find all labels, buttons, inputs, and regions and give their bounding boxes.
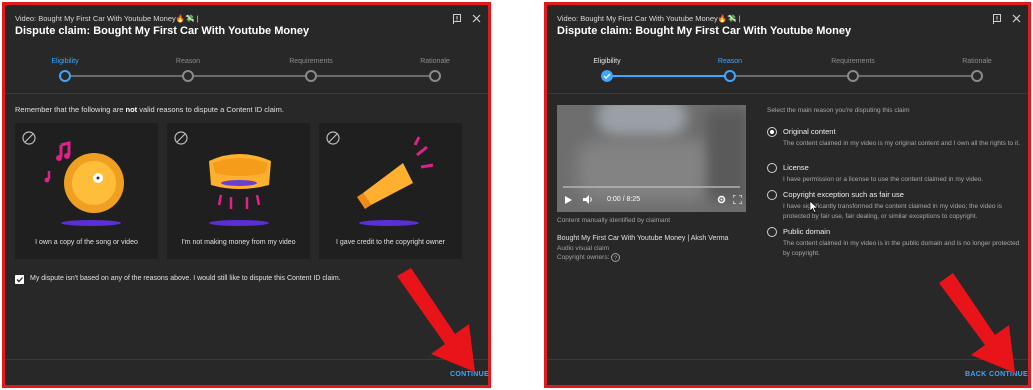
- card-caption: I gave credit to the copyright owner: [336, 239, 445, 246]
- step-dot-rationale: [429, 70, 441, 82]
- copyright-owners-label: Copyright owners:: [557, 254, 610, 261]
- stepper-track: [65, 75, 435, 77]
- dispute-anyway-label[interactable]: My dispute isn't based on any of the rea…: [30, 275, 341, 282]
- claim-title: Bought My First Car With Youtube Money |…: [557, 235, 729, 242]
- step-dot-eligibility: [59, 70, 71, 82]
- claimed-video-player[interactable]: 0:00 / 8:25: [557, 105, 746, 212]
- radio-public-domain[interactable]: [767, 227, 777, 237]
- ban-icon: [174, 131, 188, 145]
- flag-icon[interactable]: [453, 14, 462, 24]
- empty-wallet-illustration: [209, 154, 271, 226]
- invalid-reason-card-gave-credit: I gave credit to the copyright owner: [319, 123, 462, 259]
- reason-prompt: Select the main reason you're disputing …: [767, 107, 910, 114]
- divider: [5, 93, 488, 94]
- option-label[interactable]: Public domain: [783, 227, 830, 236]
- step-label-reason: Reason: [175, 58, 201, 65]
- option-desc: I have permission or a license to use th…: [783, 176, 984, 183]
- step-label-reason: Reason: [717, 58, 743, 65]
- step-label-eligibility: Eligibility: [593, 58, 621, 65]
- video-frame: [577, 140, 717, 200]
- dialog-title: Dispute claim: Bought My First Car With …: [557, 25, 852, 37]
- play-icon[interactable]: [565, 196, 572, 204]
- fullscreen-icon[interactable]: [733, 195, 742, 204]
- stepper-progress: [607, 75, 730, 77]
- ban-icon: [22, 131, 36, 145]
- step-dot-requirements: [305, 70, 317, 82]
- step-label-requirements: Requirements: [289, 58, 333, 65]
- option-desc: The content claimed in my video is my or…: [783, 140, 1021, 147]
- invalid-reason-card-no-money: I'm not making money from my video: [167, 123, 310, 259]
- ban-icon: [326, 131, 340, 145]
- video-frame: [597, 105, 687, 137]
- stepper: Eligibility Reason Requirements Rational…: [5, 53, 488, 93]
- step-dot-requirements: [847, 70, 859, 82]
- radio-license[interactable]: [767, 163, 777, 173]
- video-controls: 0:00 / 8:25: [557, 193, 746, 207]
- volume-icon[interactable]: [583, 195, 593, 204]
- step-dot-eligibility-complete: [601, 70, 613, 82]
- step-dot-rationale: [971, 70, 983, 82]
- radio-fair-use[interactable]: [767, 190, 777, 200]
- card-caption: I'm not making money from my video: [181, 239, 296, 246]
- video-title: Video: Bought My First Car With Youtube …: [15, 14, 199, 23]
- arrow-annotation: [939, 273, 1015, 373]
- help-icon[interactable]: ?: [611, 253, 620, 262]
- option-label[interactable]: Copyright exception such as fair use: [783, 190, 904, 199]
- option-label[interactable]: License: [783, 163, 809, 172]
- arrow-annotation: [397, 268, 475, 372]
- step-label-eligibility: Eligibility: [51, 58, 79, 65]
- card-caption: I own a copy of the song or video: [35, 239, 138, 246]
- video-title: Video: Bought My First Car With Youtube …: [557, 14, 741, 23]
- music-disc-illustration: [44, 141, 124, 226]
- dispute-anyway-checkbox[interactable]: [15, 275, 24, 284]
- settings-icon[interactable]: [717, 195, 726, 204]
- step-label-requirements: Requirements: [831, 58, 875, 65]
- radio-original-content[interactable]: [767, 127, 777, 137]
- video-progress-bar[interactable]: [563, 186, 740, 188]
- divider: [547, 93, 1028, 94]
- invalid-reason-card-own-copy: I own a copy of the song or video: [15, 123, 158, 259]
- close-icon[interactable]: [472, 14, 481, 23]
- step-dot-reason: [182, 70, 194, 82]
- dialog-title: Dispute claim: Bought My First Car With …: [15, 25, 310, 37]
- step-dot-reason: [724, 70, 736, 82]
- option-desc: I have significantly transformed the con…: [783, 203, 1002, 220]
- cursor-icon: [809, 201, 818, 213]
- eligibility-note: Remember that the following are not vali…: [15, 105, 284, 114]
- step-label-rationale: Rationale: [420, 58, 450, 65]
- close-icon[interactable]: [1012, 14, 1021, 23]
- flag-icon[interactable]: [993, 14, 1002, 24]
- step-label-rationale: Rationale: [962, 58, 992, 65]
- stepper: Eligibility Reason Requirements Rational…: [547, 53, 1028, 93]
- identified-by-text: Content manually identified by claimant: [557, 217, 671, 224]
- option-desc: The content claimed in my video is in th…: [783, 240, 1020, 257]
- dispute-dialog-reason: Video: Bought My First Car With Youtube …: [544, 2, 1031, 388]
- claim-type: Audio visual claim: [557, 245, 610, 252]
- option-label[interactable]: Original content: [783, 127, 836, 136]
- player-time: 0:00 / 8:25: [607, 196, 641, 203]
- megaphone-illustration: [357, 136, 434, 226]
- dispute-dialog-eligibility: Video: Bought My First Car With Youtube …: [2, 2, 491, 388]
